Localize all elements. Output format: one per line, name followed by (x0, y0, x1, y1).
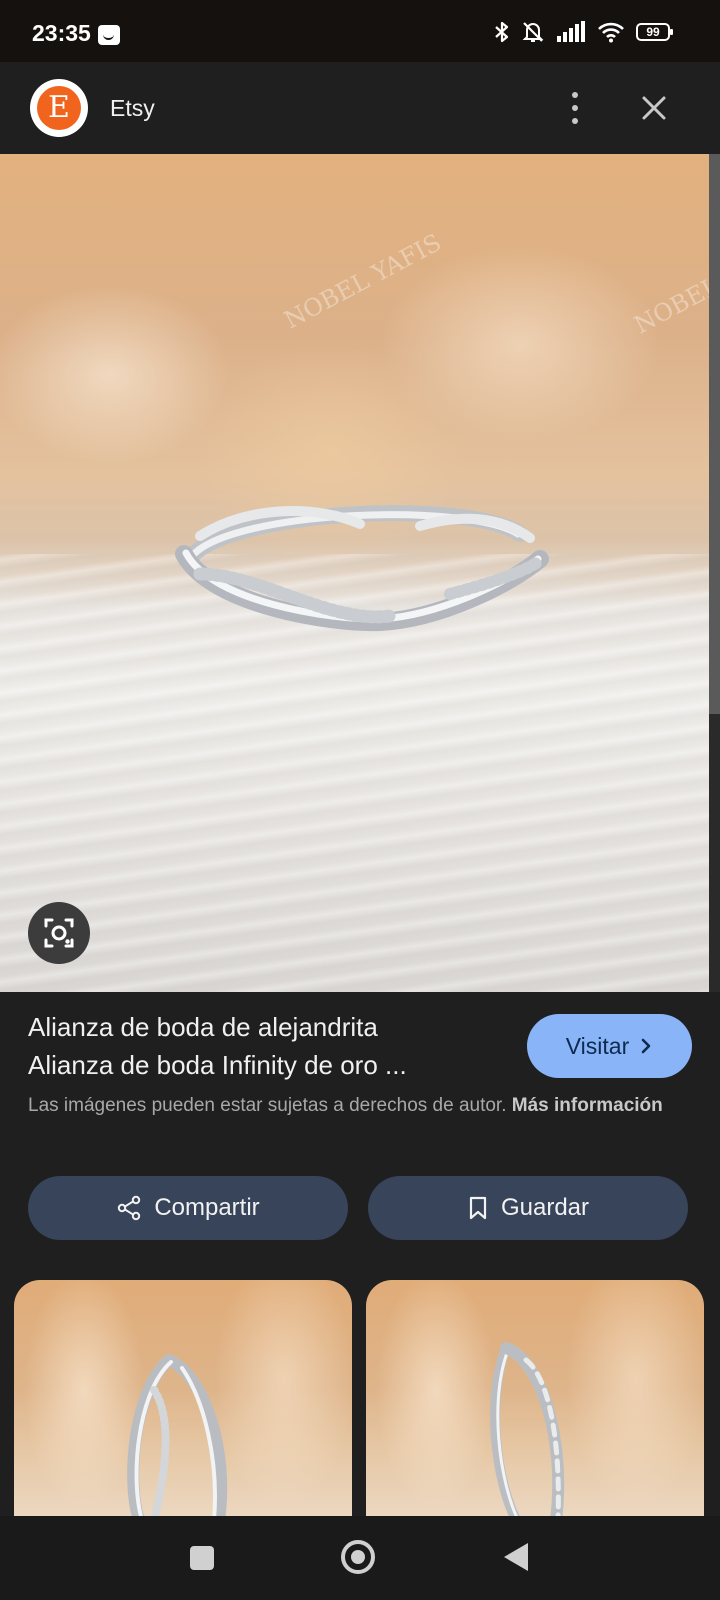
chevron-right-icon (641, 1038, 651, 1054)
home-icon[interactable] (341, 1540, 375, 1574)
lens-search-button[interactable] (28, 902, 90, 964)
site-logo: E (30, 79, 88, 137)
app-header: E Etsy (0, 62, 720, 154)
lens-search-icon (44, 918, 74, 948)
wifi-icon (597, 21, 625, 43)
result-title-line2: Alianza de boda Infinity de oro ... (28, 1050, 407, 1080)
copyright-text: Las imágenes pueden estar sujetas a dere… (28, 1095, 507, 1116)
more-info-link[interactable]: Más información (512, 1095, 663, 1116)
ring-thumbnail-image (490, 1342, 565, 1520)
watermark-text: NOBEL YAFIS (280, 228, 446, 334)
bluetooth-icon (494, 20, 510, 44)
battery-icon: 99 (636, 23, 673, 41)
watermark-text: NOBEL YAFIS (630, 233, 709, 339)
scrollbar[interactable] (709, 154, 720, 992)
site-name[interactable]: Etsy (110, 95, 155, 122)
share-icon (118, 1195, 141, 1221)
save-button[interactable]: Guardar (368, 1176, 688, 1240)
status-time: 23:35 (32, 20, 91, 46)
ring-illustration: NOBEL YAFIS NOBEL YAFIS (175, 228, 709, 632)
bookmark-icon (469, 1196, 487, 1220)
signal-icon (556, 21, 586, 43)
back-icon[interactable] (504, 1543, 528, 1571)
related-result-thumbnail[interactable] (14, 1280, 352, 1520)
scroll-thumb[interactable] (709, 154, 720, 714)
system-nav-bar (0, 1516, 720, 1600)
result-title-line1: Alianza de boda de alejandrita (28, 1012, 378, 1042)
visit-button[interactable]: Visitar (527, 1014, 692, 1078)
mute-bell-icon (521, 20, 545, 44)
save-button-label: Guardar (500, 1194, 590, 1221)
etsy-logo-icon: E (37, 86, 81, 130)
close-icon[interactable] (636, 90, 672, 126)
share-button-label: Compartir (154, 1194, 260, 1221)
result-title[interactable]: Alianza de boda de alejandrita Alianza d… (28, 1008, 478, 1084)
share-button[interactable]: Compartir (28, 1176, 348, 1240)
visit-button-label: Visitar (565, 1032, 630, 1059)
ring-thumbnail-image (127, 1354, 228, 1520)
copyright-notice: Las imágenes pueden estar sujetas a dere… (28, 1092, 668, 1120)
smiley-notification-icon (98, 25, 120, 45)
status-bar: 23:35 99 (0, 0, 720, 62)
product-image[interactable]: NOBEL YAFIS NOBEL YAFIS (0, 154, 709, 992)
more-vert-icon[interactable] (560, 90, 590, 126)
recents-icon[interactable] (190, 1546, 214, 1570)
related-result-thumbnail[interactable] (366, 1280, 704, 1520)
status-icons: 99 (494, 20, 673, 44)
